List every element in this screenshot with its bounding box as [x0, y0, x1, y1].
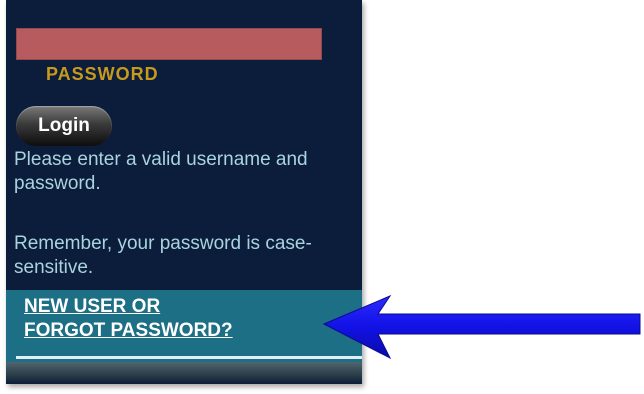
- login-button[interactable]: Login: [16, 106, 112, 146]
- login-panel: PASSWORD Login Please enter a valid user…: [6, 0, 362, 384]
- arrow-left-icon: [322, 294, 641, 360]
- password-label: PASSWORD: [46, 64, 159, 84]
- link-line-2[interactable]: FORGOT PASSWORD?: [24, 320, 233, 341]
- new-user-forgot-password-link[interactable]: NEW USER OR FORGOT PASSWORD?: [24, 295, 324, 343]
- panel-footer-shade: [6, 362, 362, 384]
- password-field[interactable]: [16, 28, 322, 60]
- case-sensitive-note: Remember, your password is case-sensitiv…: [14, 233, 312, 278]
- divider: [16, 356, 362, 359]
- link-line-1[interactable]: NEW USER OR: [24, 296, 160, 317]
- error-message: Please enter a valid username and passwo…: [14, 149, 308, 194]
